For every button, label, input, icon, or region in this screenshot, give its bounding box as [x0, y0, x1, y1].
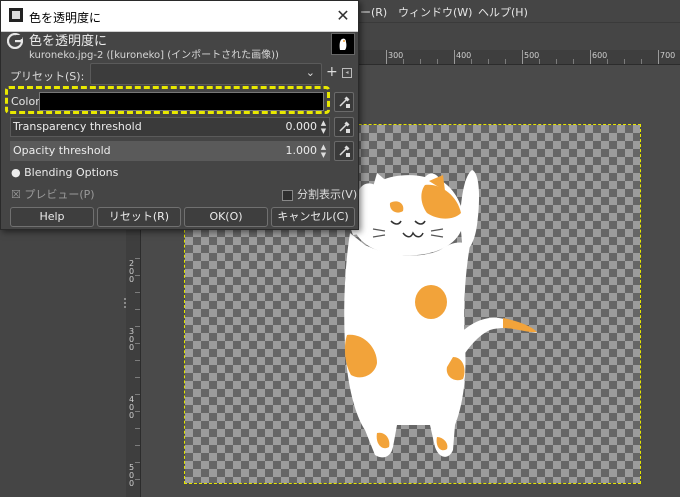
header-subtitle: kuroneko.jpg-2 ([kuroneko] (インポートされた画像)) [29, 50, 279, 61]
image-thumbnail [331, 33, 355, 55]
preview-toggle[interactable]: ☒ プレビュー(P) [11, 186, 95, 202]
blending-options-label: Blending Options [24, 166, 119, 179]
ruler-label: 600 [592, 51, 608, 60]
ruler-label: 400 [129, 395, 135, 420]
opacity-label: Opacity threshold [13, 144, 111, 157]
preset-label: プリセット(S): [10, 70, 85, 83]
cancel-button[interactable]: キャンセル(C) [271, 207, 355, 227]
spin-arrows-icon[interactable]: ▲ ▼ [319, 143, 328, 159]
ruler-label: 400 [456, 51, 472, 60]
dialog-titlebar[interactable]: 色を透明度に ✕ [1, 1, 358, 32]
ruler-label: 500 [129, 463, 135, 488]
checkbox-icon[interactable] [282, 189, 293, 201]
chevron-down-icon: ⌄ [305, 66, 315, 79]
preset-dropdown[interactable]: ⌄ [90, 63, 322, 85]
highlight-frame [5, 86, 330, 114]
ruler-label: 700 [660, 51, 676, 60]
dialog-title: 色を透明度に [29, 11, 102, 25]
reset-button[interactable]: リセット(R) [97, 207, 181, 227]
menu-icon[interactable]: ◂ [342, 68, 352, 78]
ruler-label: 300 [129, 327, 135, 352]
menu-item-color[interactable]: ー(R) [360, 4, 387, 20]
menu-item-window[interactable]: ウィンドウ(W) [398, 4, 472, 20]
dialog-header: 色を透明度に kuroneko.jpg-2 ([kuroneko] (インポート… [1, 31, 358, 61]
split-view-toggle[interactable]: 分割表示(V) [282, 186, 357, 202]
transparency-label: Transparency threshold [13, 120, 142, 133]
color-to-alpha-dialog: 色を透明度に ✕ 色を透明度に kuroneko.jpg-2 ([kuronek… [0, 0, 359, 230]
vertical-ruler: 200 300 400 500 [126, 230, 141, 497]
ok-button[interactable]: OK(O) [184, 207, 268, 227]
eyedropper-icon[interactable] [334, 141, 354, 161]
ruler-label: 300 [388, 51, 404, 60]
plus-icon[interactable]: + [326, 64, 338, 80]
split-view-label: 分割表示(V) [297, 188, 358, 201]
ruler-label: 500 [524, 51, 540, 60]
toolbox-area [0, 230, 126, 497]
checkbox-checked-icon: ☒ [11, 188, 21, 201]
transparency-value[interactable]: 0.000 [286, 120, 318, 133]
menu-item-help[interactable]: ヘルプ(H) [478, 4, 528, 20]
eyedropper-icon[interactable] [334, 117, 354, 137]
eyedropper-icon[interactable] [334, 92, 354, 112]
app-icon [9, 8, 23, 22]
close-icon[interactable]: ✕ [328, 1, 358, 31]
spin-arrows-icon[interactable]: ▲ ▼ [319, 119, 328, 135]
transparency-threshold-spin[interactable]: Transparency threshold 0.000 ▲ ▼ [10, 117, 330, 137]
expander-icon: ● [11, 166, 21, 179]
blending-options-expander[interactable]: ● Blending Options [11, 166, 118, 179]
preview-label: プレビュー(P) [24, 188, 95, 201]
gimp-icon [7, 33, 23, 49]
opacity-threshold-spin[interactable]: Opacity threshold 1.000 ▲ ▼ [10, 141, 330, 161]
ruler-label: 200 [129, 259, 135, 284]
opacity-value[interactable]: 1.000 [286, 144, 318, 157]
help-button[interactable]: Help [10, 207, 94, 227]
